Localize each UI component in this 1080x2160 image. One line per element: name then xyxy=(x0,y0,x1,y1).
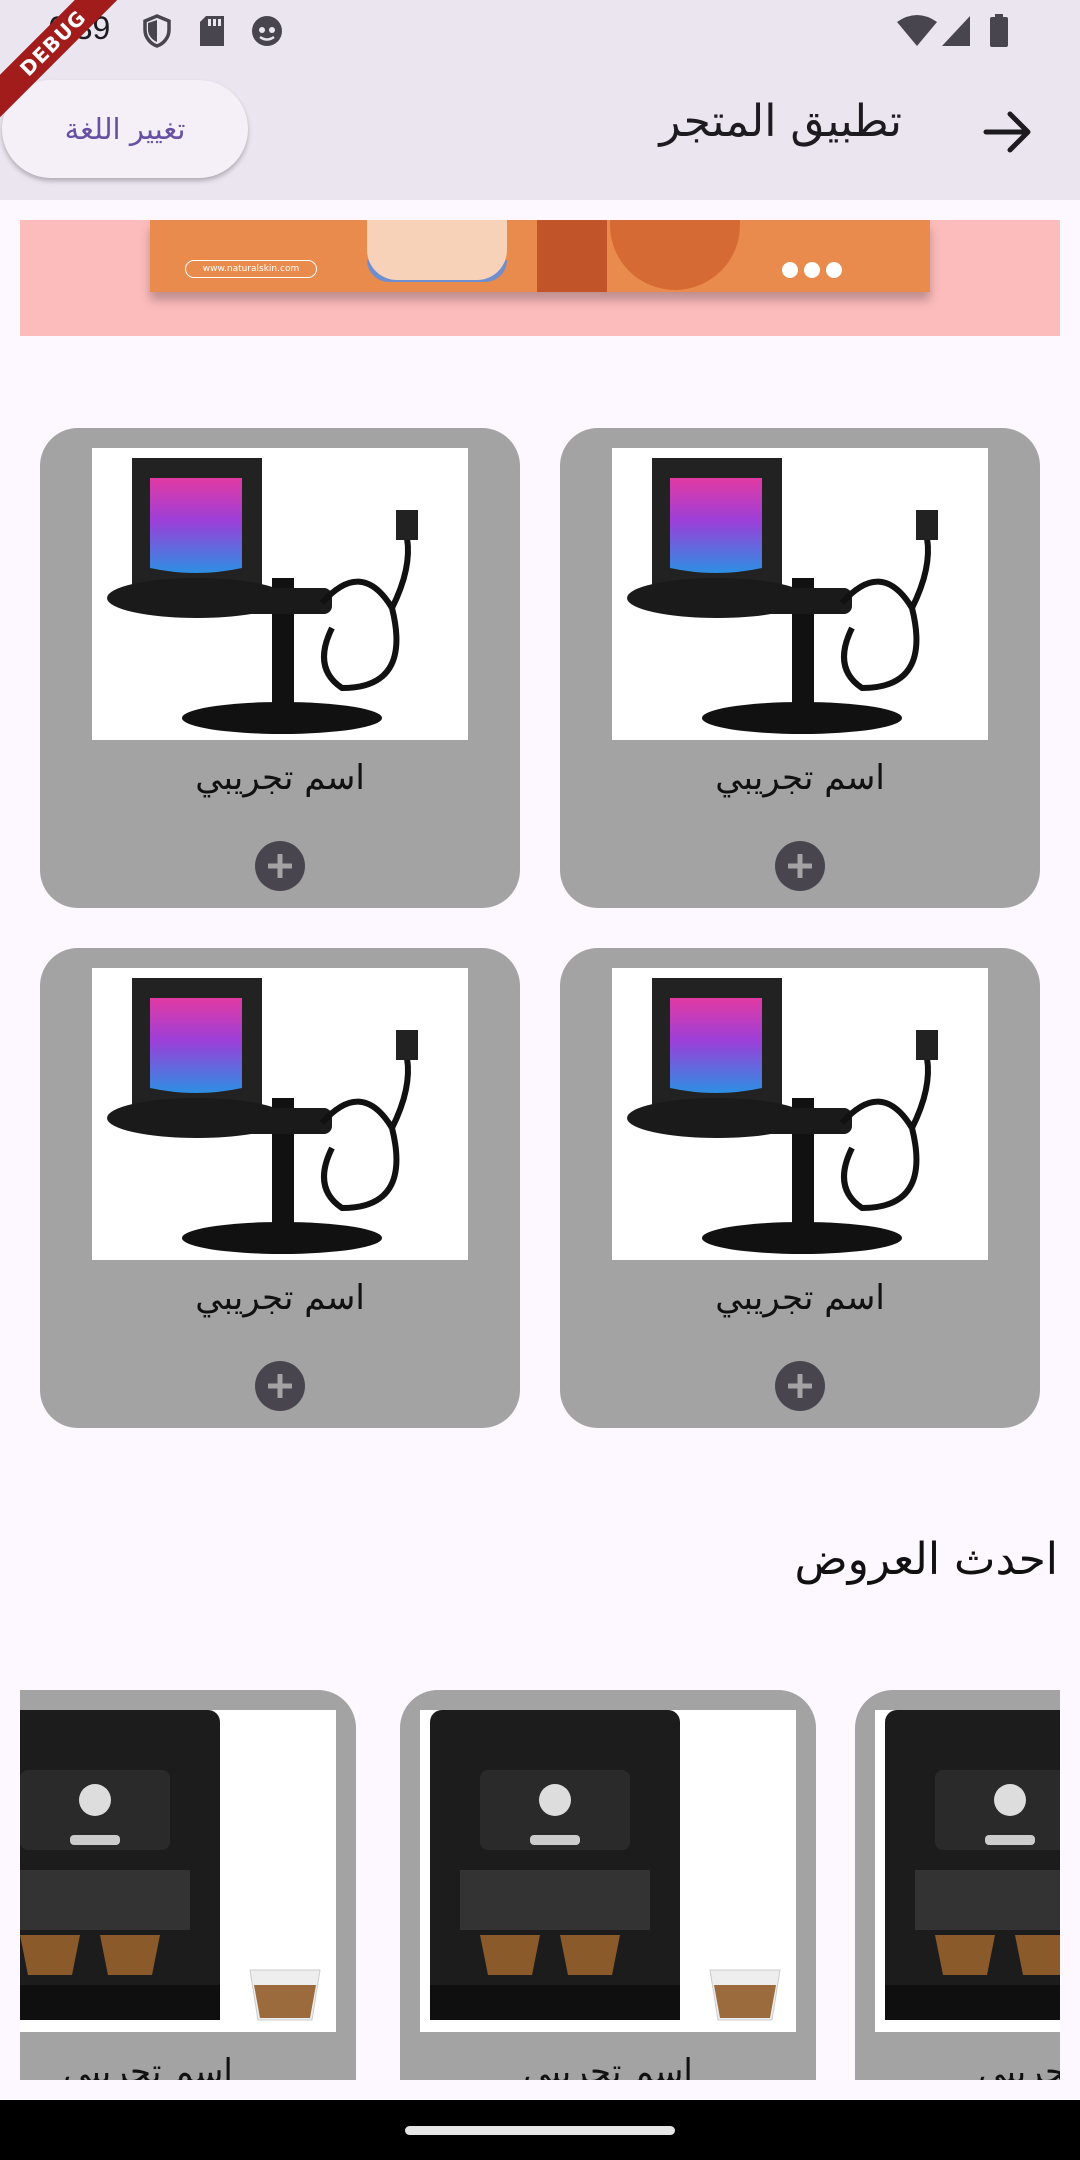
add-circle-icon[interactable] xyxy=(774,840,826,892)
app-bar: تغيير اللغة تطبيق المتجر xyxy=(0,62,1080,200)
product-card[interactable]: اسم تجريبي xyxy=(40,428,520,908)
offer-image xyxy=(420,1710,796,2032)
offer-name: اسم تجريبي xyxy=(523,2052,693,2080)
offers-section-title: احدث العروض xyxy=(794,1534,1058,1585)
banner-image: www.naturalskin.com xyxy=(150,220,930,292)
shield-icon xyxy=(143,14,171,48)
status-time: 6:39 xyxy=(48,10,111,46)
signal-icon xyxy=(942,16,970,46)
product-card[interactable]: اسم تجريبي xyxy=(560,428,1040,908)
product-name: اسم تجريبي xyxy=(195,1278,365,1318)
product-image xyxy=(92,448,468,740)
product-name: اسم تجريبي xyxy=(715,1278,885,1318)
banner-bottle xyxy=(537,220,607,292)
banner-circle xyxy=(610,220,740,290)
product-image xyxy=(92,968,468,1260)
product-card[interactable]: اسم تجريبي xyxy=(560,948,1040,1428)
add-circle-icon[interactable] xyxy=(254,1360,306,1412)
product-name: اسم تجريبي xyxy=(195,758,365,798)
status-bar: 6:39 xyxy=(0,0,1080,62)
offers-carousel[interactable]: اسم تجريبي اسم تجريبي xyxy=(20,1690,1060,2080)
product-image xyxy=(612,448,988,740)
offer-card[interactable]: اسم تجريبي xyxy=(20,1690,356,2080)
arrow-right-icon[interactable] xyxy=(976,100,1040,164)
system-nav-bar xyxy=(0,2100,1080,2160)
sd-card-icon xyxy=(200,16,224,46)
home-gesture-handle[interactable] xyxy=(405,2126,675,2135)
product-image xyxy=(612,968,988,1260)
battery-icon xyxy=(990,14,1008,47)
offer-name: اسم تجريبي xyxy=(978,2052,1060,2080)
offer-image xyxy=(875,1710,1060,2032)
offer-card[interactable]: اسم تجريبي xyxy=(855,1690,1060,2080)
offer-image xyxy=(20,1710,336,2032)
wifi-icon xyxy=(897,15,937,46)
banner-social-icons xyxy=(782,262,848,282)
page-title: تطبيق المتجر xyxy=(659,96,902,147)
face-icon xyxy=(252,16,282,46)
change-language-button[interactable]: تغيير اللغة xyxy=(2,80,248,178)
banner-url: www.naturalskin.com xyxy=(185,260,317,278)
product-card[interactable]: اسم تجريبي xyxy=(40,948,520,1428)
add-circle-icon[interactable] xyxy=(254,840,306,892)
banner-jar xyxy=(367,220,507,280)
add-circle-icon[interactable] xyxy=(774,1360,826,1412)
product-name: اسم تجريبي xyxy=(715,758,885,798)
promo-banner[interactable]: www.naturalskin.com xyxy=(20,220,1060,336)
offer-card[interactable]: اسم تجريبي xyxy=(400,1690,816,2080)
offer-name: اسم تجريبي xyxy=(63,2052,233,2080)
